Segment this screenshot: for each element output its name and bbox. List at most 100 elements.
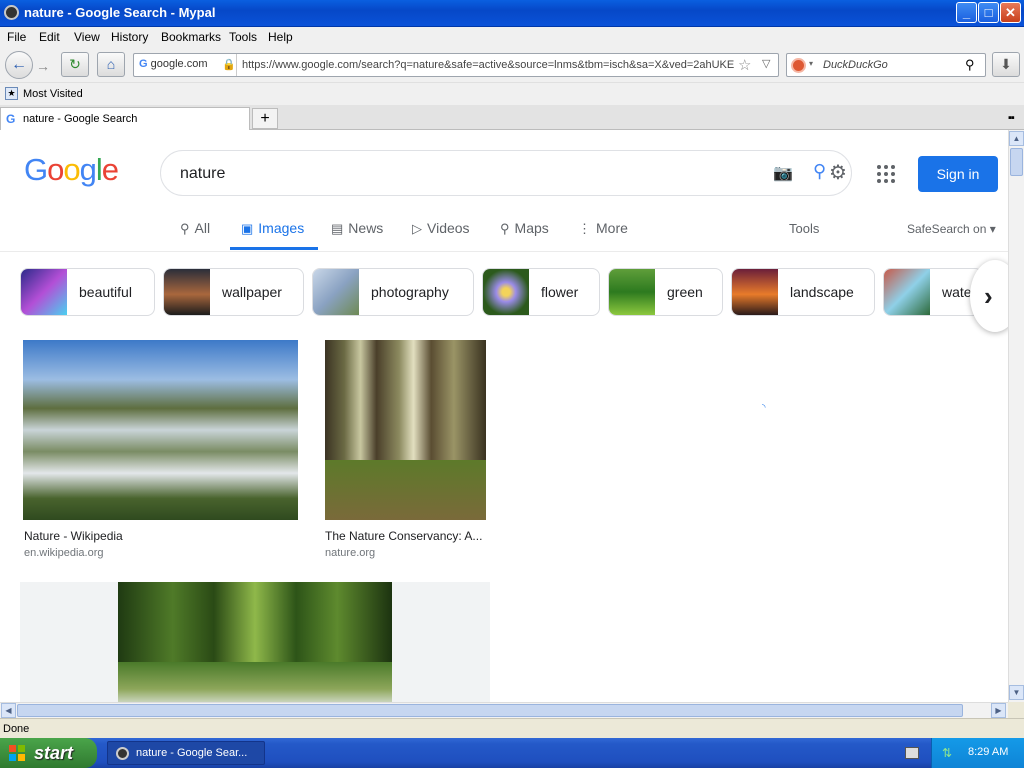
google-logo[interactable]: Google xyxy=(24,152,119,188)
menu-bar: File Edit View History Bookmarks Tools H… xyxy=(0,27,1024,47)
scroll-up-icon[interactable]: ▲ xyxy=(1009,131,1024,146)
tab-images[interactable]: ▣ Images xyxy=(241,220,304,237)
url-bar[interactable]: G google.com 🔒 https://www.google.com/se… xyxy=(133,53,779,77)
new-tab-button[interactable]: + xyxy=(252,108,278,129)
lock-icon[interactable]: 🔒 xyxy=(222,58,236,71)
bookmarks-toolbar: ★ Most Visited xyxy=(0,83,1024,105)
chip-thumbnail xyxy=(21,269,67,315)
chip-photography[interactable]: photography xyxy=(312,268,474,316)
tab-images-label: Images xyxy=(258,220,305,236)
result-image-forest[interactable] xyxy=(118,582,392,702)
url-input[interactable]: https://www.google.com/search?q=nature&s… xyxy=(242,59,738,71)
result-source[interactable]: en.wikipedia.org xyxy=(24,547,104,559)
apps-grid-icon[interactable] xyxy=(877,165,895,183)
tab-maps[interactable]: ⚲ Maps xyxy=(500,220,549,237)
folder-icon: ★ xyxy=(5,87,18,100)
search-query-input[interactable]: nature xyxy=(180,165,225,183)
network-icon[interactable]: ⇅ xyxy=(942,746,952,760)
minimize-button[interactable]: _ xyxy=(956,2,977,23)
tab-news[interactable]: ▤ News xyxy=(331,220,383,237)
chevron-right-icon[interactable]: › xyxy=(970,260,1008,332)
tab-videos[interactable]: ▷ Videos xyxy=(412,220,470,237)
menu-help[interactable]: Help xyxy=(268,30,293,44)
tab-videos-label: Videos xyxy=(427,220,470,236)
clock[interactable]: 8:29 AM xyxy=(968,746,1008,758)
forward-icon[interactable]: → xyxy=(36,58,50,74)
url-separator xyxy=(236,54,237,76)
chip-flower[interactable]: flower xyxy=(482,268,600,316)
menu-edit[interactable]: Edit xyxy=(39,30,60,44)
scroll-right-icon[interactable]: ▶ xyxy=(991,703,1006,718)
download-icon[interactable]: ⬇ xyxy=(992,52,1020,77)
chip-water[interactable]: wate xyxy=(883,268,983,316)
start-button[interactable]: start xyxy=(0,738,97,768)
tab-all[interactable]: ⚲ All xyxy=(180,220,210,237)
tab-nature-google-search[interactable]: G nature - Google Search xyxy=(0,107,250,130)
image-icon: ▣ xyxy=(241,221,254,236)
search-engine-placeholder: DuckDuckGo xyxy=(823,59,888,71)
result-source[interactable]: nature.org xyxy=(325,547,375,559)
reload-icon[interactable]: ↻ xyxy=(61,52,89,77)
google-favicon-icon: G xyxy=(6,112,16,126)
news-icon: ▤ xyxy=(331,221,344,236)
engine-dropdown-icon[interactable]: ▾ xyxy=(809,59,813,68)
start-label: start xyxy=(34,743,74,763)
logo-letter: g xyxy=(79,152,97,187)
video-icon: ▷ xyxy=(412,221,422,236)
camera-icon[interactable]: 📷 xyxy=(773,163,793,183)
search-icon[interactable]: ⚲ xyxy=(813,161,826,182)
vertical-scrollbar[interactable]: ▲ ▼ xyxy=(1008,130,1024,702)
tab-more[interactable]: ⋮ More xyxy=(578,220,628,237)
scroll-corner xyxy=(1008,702,1024,718)
logo-letter: G xyxy=(24,152,48,187)
result-caption[interactable]: Nature - Wikipedia xyxy=(24,529,299,543)
tab-strip: G nature - Google Search + ▪▪ xyxy=(0,105,1024,130)
search-engine-box[interactable]: ▾ DuckDuckGo ⚲ xyxy=(786,53,986,77)
result-caption[interactable]: The Nature Conservancy: A... xyxy=(325,529,486,543)
scroll-down-icon[interactable]: ▼ xyxy=(1009,685,1024,700)
maximize-button[interactable]: □ xyxy=(978,2,999,23)
menu-tools[interactable]: Tools xyxy=(229,30,257,44)
bookmark-star-icon[interactable]: ☆ xyxy=(738,56,751,74)
app-icon xyxy=(4,5,19,20)
back-icon[interactable]: ← xyxy=(5,51,33,79)
google-search-box[interactable]: nature 📷 ⚲ ⚙ xyxy=(160,150,852,196)
keyboard-icon[interactable] xyxy=(905,747,919,759)
chip-green[interactable]: green xyxy=(608,268,723,316)
chip-wallpaper[interactable]: wallpaper xyxy=(163,268,304,316)
title-bar: nature - Google Search - Mypal _ □ ✕ xyxy=(0,0,1024,27)
gear-icon[interactable]: ⚙ xyxy=(829,160,847,185)
taskbar: start nature - Google Sear... ⇅ 8:29 AM xyxy=(0,738,1024,768)
vertical-scroll-thumb[interactable] xyxy=(1010,148,1023,176)
sign-in-button[interactable]: Sign in xyxy=(918,156,998,192)
result-image-nature-org[interactable] xyxy=(325,340,486,520)
logo-letter: e xyxy=(101,152,119,187)
result-image-wikipedia[interactable] xyxy=(23,340,298,520)
safesearch-toggle[interactable]: SafeSearch on ▾ xyxy=(907,222,996,236)
menu-file[interactable]: File xyxy=(7,30,26,44)
scroll-left-icon[interactable]: ◀ xyxy=(1,703,16,718)
horizontal-scroll-thumb[interactable] xyxy=(17,704,963,717)
duckduckgo-icon[interactable] xyxy=(791,58,806,73)
url-site-identity[interactable]: G google.com xyxy=(139,58,208,70)
most-visited-bookmark[interactable]: Most Visited xyxy=(23,88,83,100)
logo-letter: o xyxy=(63,152,80,187)
home-icon[interactable]: ⌂ xyxy=(97,52,125,77)
url-dropdown-icon[interactable]: ▽ xyxy=(762,57,770,70)
tab-maps-label: Maps xyxy=(514,220,549,236)
tab-list-icon[interactable]: ▪▪ xyxy=(1008,112,1015,124)
chip-landscape[interactable]: landscape xyxy=(731,268,875,316)
taskbar-item-browser[interactable]: nature - Google Sear... xyxy=(107,741,265,765)
menu-bookmarks[interactable]: Bookmarks xyxy=(161,30,221,44)
safesearch-label: SafeSearch on xyxy=(907,222,987,236)
tab-more-label: More xyxy=(596,220,628,236)
url-site-label: google.com xyxy=(150,58,208,70)
search-icon[interactable]: ⚲ xyxy=(965,57,975,73)
tools-button[interactable]: Tools xyxy=(789,221,819,236)
menu-history[interactable]: History xyxy=(111,30,148,44)
close-button[interactable]: ✕ xyxy=(1000,2,1021,23)
horizontal-scrollbar[interactable]: ◀ ▶ xyxy=(0,702,1008,718)
chip-beautiful[interactable]: beautiful xyxy=(20,268,155,316)
chip-label: flower xyxy=(541,284,579,300)
menu-view[interactable]: View xyxy=(74,30,100,44)
